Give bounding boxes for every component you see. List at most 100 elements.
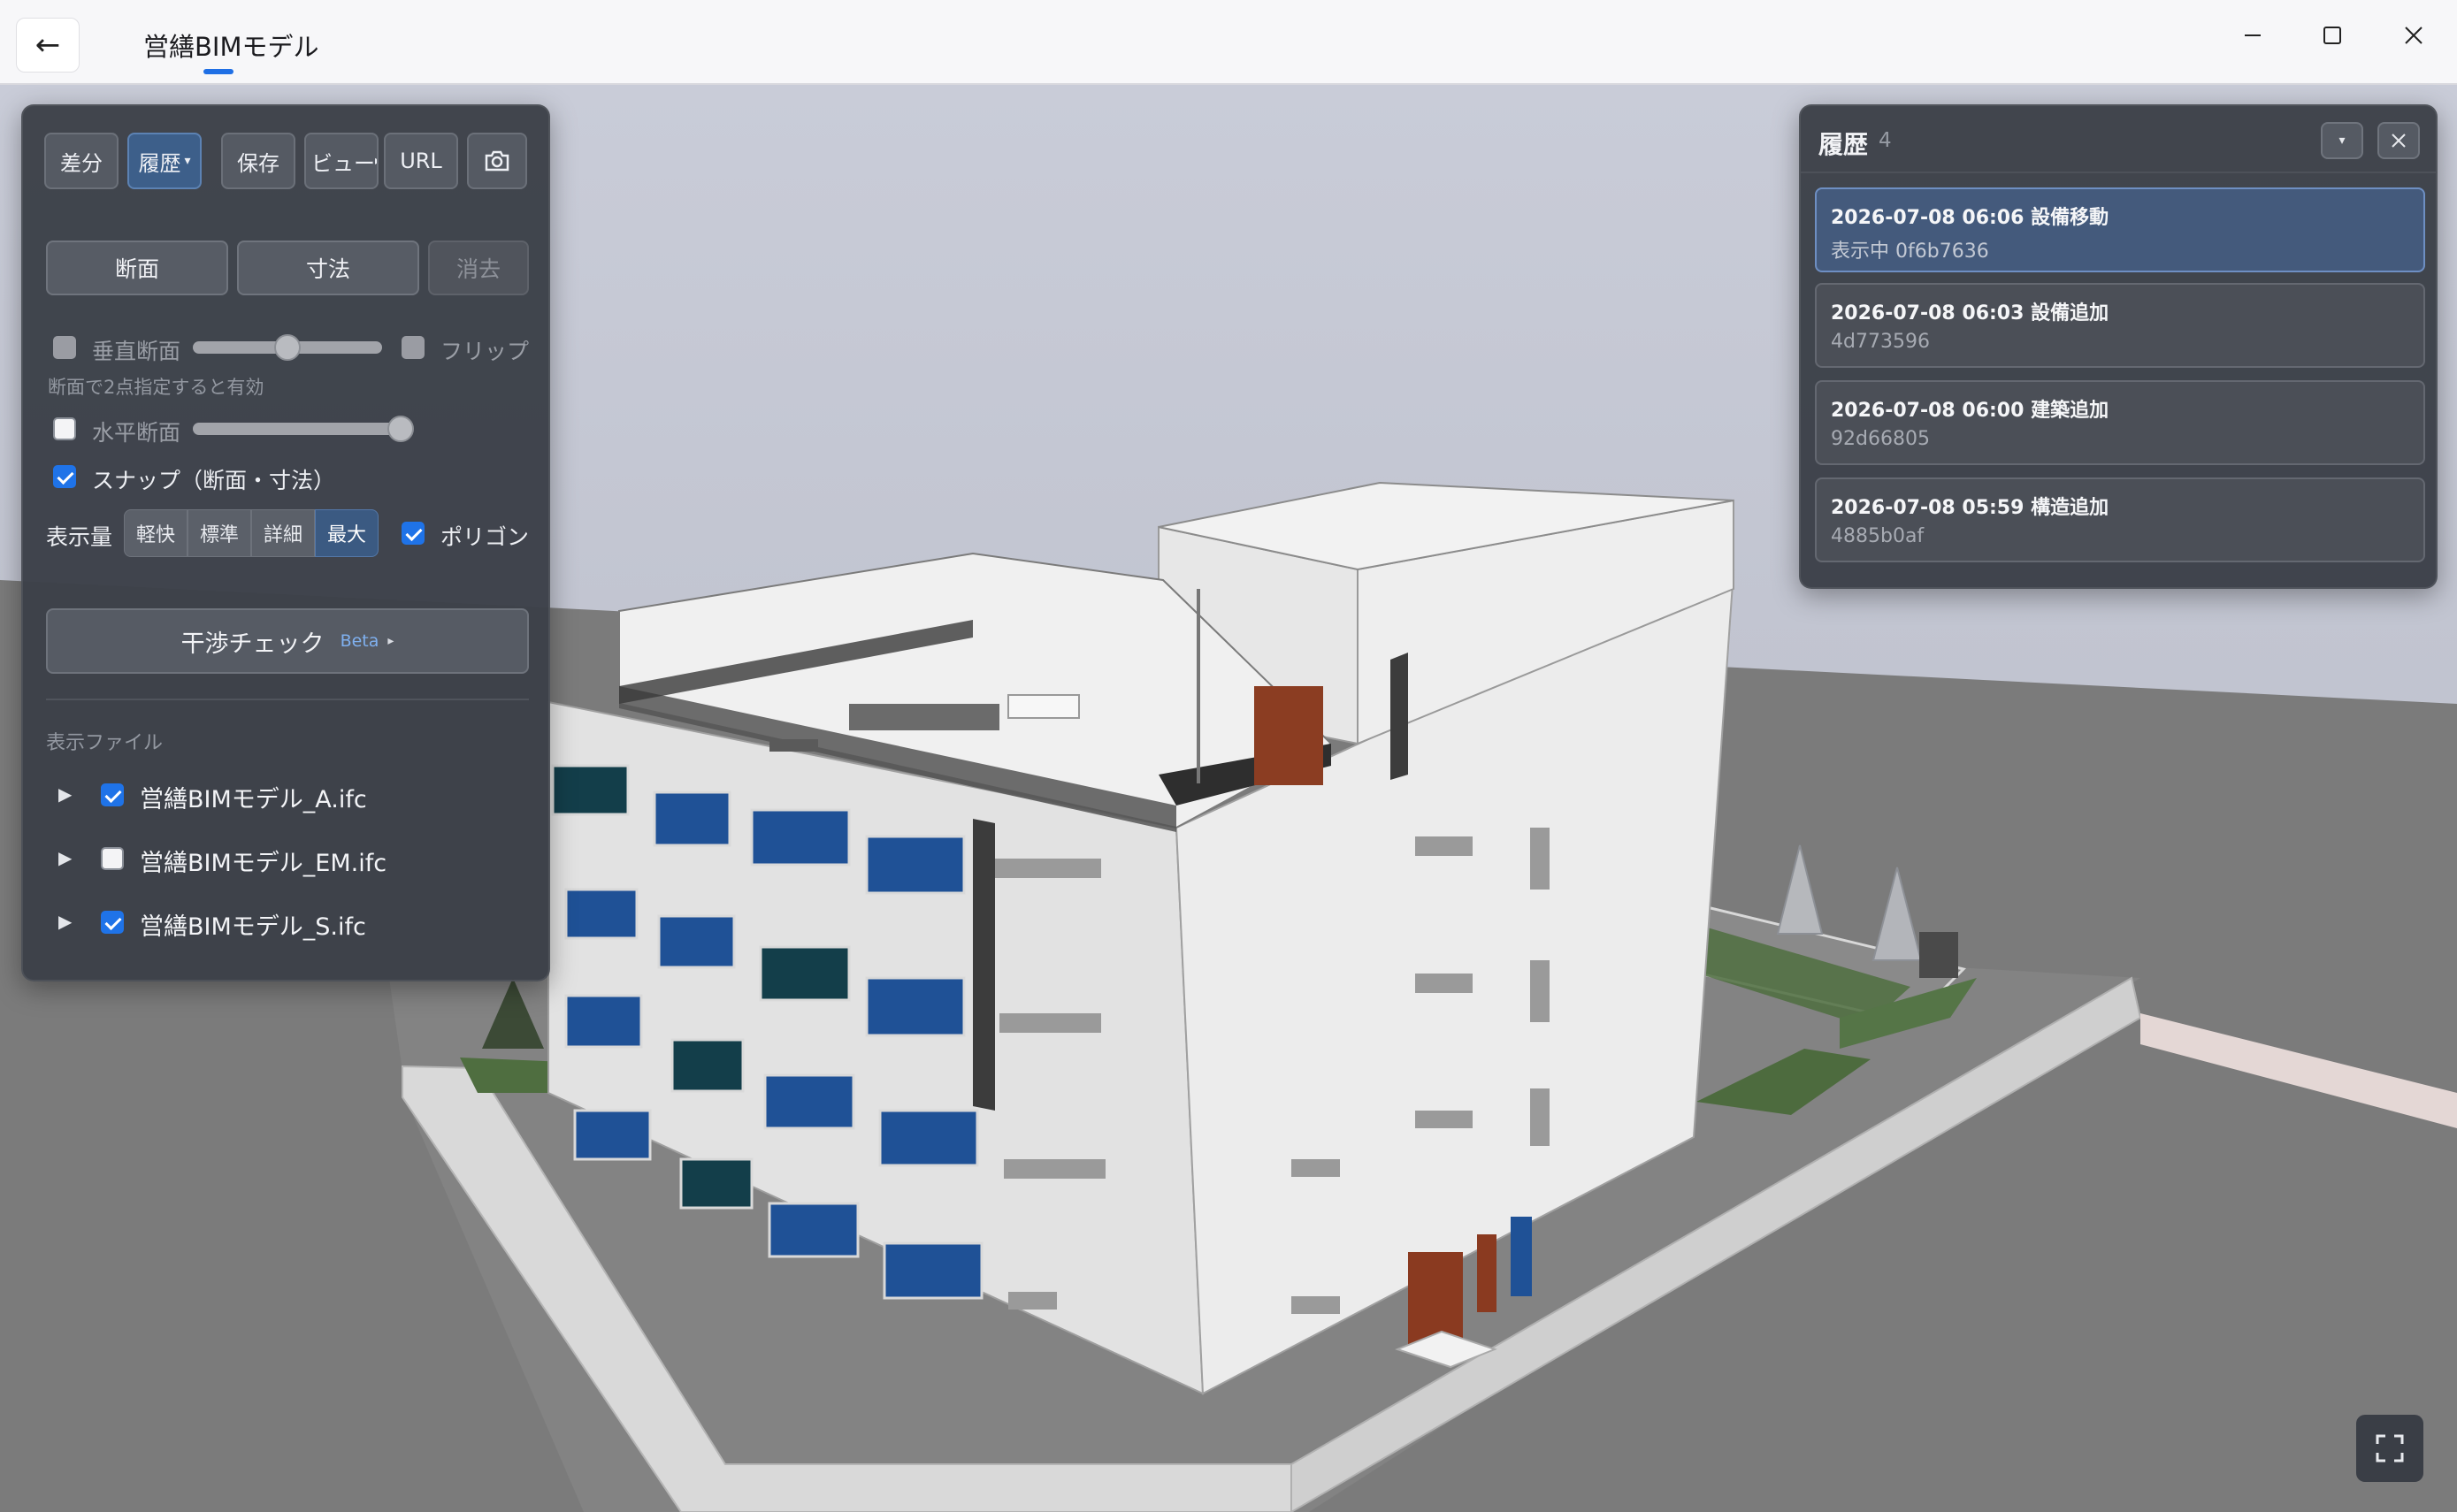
- history-item-sub: 表示中 0f6b7636: [1831, 241, 1989, 263]
- url-button[interactable]: URL: [384, 133, 458, 189]
- history-item-title: 2026-07-08 05:59 構造追加: [1831, 497, 2109, 519]
- bim-viewer-window: ← 営繕BIMモデル 差分 履歴 ▾ 保存 ビュー URL 断面 寸法 消去 垂…: [0, 0, 2457, 1512]
- horizontal-section-slider[interactable]: [193, 423, 410, 435]
- screenshot-button[interactable]: [467, 133, 527, 189]
- close-icon: [2405, 27, 2423, 44]
- history-item[interactable]: 2026-07-08 06:03 設備追加 4d773596: [1815, 283, 2425, 368]
- diff-button-label: 差分: [60, 150, 103, 176]
- vertical-section-label: 垂直断面: [92, 339, 181, 364]
- minimize-icon: [2245, 34, 2261, 36]
- roof-unit-3: [1007, 694, 1080, 719]
- history-item-sub: 4885b0af: [1831, 525, 1925, 547]
- history-item[interactable]: 2026-07-08 06:06 設備移動 表示中 0f6b7636: [1815, 187, 2425, 272]
- roof-unit-1: [769, 739, 818, 752]
- history-button[interactable]: 履歴 ▾: [127, 133, 202, 189]
- dimension-mode-button[interactable]: 寸法: [237, 241, 419, 295]
- display-level-detail-label: 詳細: [263, 524, 302, 546]
- display-level-detail[interactable]: 詳細: [251, 509, 315, 557]
- view-button[interactable]: ビュー ▸: [304, 133, 379, 189]
- chevron-right-icon: ▸: [387, 634, 394, 648]
- window-title: 営繕BIMモデル: [143, 32, 319, 62]
- chevron-right-icon: ▸: [375, 154, 377, 168]
- history-item[interactable]: 2026-07-08 05:59 構造追加 4885b0af: [1815, 477, 2425, 562]
- maximize-icon: [2323, 27, 2341, 44]
- close-window-button[interactable]: [2374, 9, 2453, 62]
- clash-check-label: 干渉チェック: [180, 630, 325, 658]
- camera-icon: [485, 150, 509, 172]
- minimize-button[interactable]: [2213, 9, 2292, 62]
- files-heading: 表示ファイル: [46, 732, 164, 754]
- chevron-down-icon: ▾: [184, 154, 191, 168]
- section-mode-label: 断面: [114, 256, 159, 282]
- history-divider: [1801, 172, 2436, 173]
- expand-arrow-icon[interactable]: ▶: [58, 911, 76, 932]
- section-hint: 断面で2点指定すると有効: [48, 377, 264, 398]
- back-button[interactable]: ←: [16, 18, 80, 73]
- section-mode-button[interactable]: 断面: [46, 241, 228, 295]
- horizontal-section-label: 水平断面: [92, 420, 181, 446]
- polygon-label: ポリゴン: [440, 524, 530, 550]
- history-item-title: 2026-07-08 06:00 建築追加: [1831, 400, 2109, 422]
- close-icon: [2392, 134, 2406, 148]
- snap-checkbox[interactable]: [53, 465, 76, 488]
- vertical-section-slider-thumb[interactable]: [274, 334, 301, 361]
- diff-button[interactable]: 差分: [44, 133, 119, 189]
- clash-check-button[interactable]: 干渉チェック Beta ▸: [46, 608, 529, 674]
- history-item-sub: 4d773596: [1831, 331, 1930, 353]
- save-button-label: 保存: [237, 150, 279, 176]
- title-bar: ← 営繕BIMモデル: [0, 0, 2457, 85]
- file-visibility-checkbox-em[interactable]: [101, 847, 124, 870]
- entrance-door-3: [1511, 1217, 1532, 1296]
- vertical-section-checkbox[interactable]: [53, 336, 76, 359]
- file-visibility-checkbox-a[interactable]: [101, 783, 124, 806]
- file-visibility-checkbox-s[interactable]: [101, 911, 124, 934]
- equipment-box: [1919, 932, 1958, 978]
- display-level-light[interactable]: 軽快: [124, 509, 188, 557]
- penthouse-door: [1254, 686, 1323, 785]
- back-arrow-icon: ←: [34, 27, 61, 63]
- history-item[interactable]: 2026-07-08 06:00 建築追加 92d66805: [1815, 380, 2425, 465]
- entrance-door-2: [1477, 1234, 1496, 1312]
- snap-label: スナップ（断面・寸法）: [92, 468, 336, 493]
- display-level-label: 表示量: [46, 524, 113, 550]
- file-name-a: 営繕BIMモデル_A.ifc: [140, 786, 367, 813]
- history-panel: 履歴 4 ▾ 2026-07-08 06:06 設備移動 表示中 0f6b763…: [1799, 104, 2438, 589]
- panel-divider: [46, 699, 529, 700]
- clear-button[interactable]: 消去: [428, 241, 529, 295]
- roof-unit-2: [849, 704, 999, 730]
- facade-column-band-right: [1390, 653, 1408, 780]
- file-name-s: 営繕BIMモデル_S.ifc: [140, 913, 366, 941]
- display-level-light-label: 軽快: [135, 524, 175, 546]
- history-button-label: 履歴: [138, 150, 181, 176]
- history-item-sub: 92d66805: [1831, 428, 1930, 450]
- beta-badge: Beta: [340, 631, 379, 651]
- horizontal-section-slider-thumb[interactable]: [387, 416, 414, 442]
- display-level-max[interactable]: 最大: [315, 509, 379, 557]
- view-button-label: ビュー: [311, 150, 375, 176]
- expand-arrow-icon[interactable]: ▶: [58, 847, 76, 868]
- display-level-max-label: 最大: [326, 524, 366, 546]
- polygon-checkbox[interactable]: [402, 522, 425, 545]
- fullscreen-button[interactable]: [2356, 1415, 2423, 1482]
- dimension-mode-label: 寸法: [305, 256, 350, 282]
- history-panel-title: 履歴: [1818, 130, 1869, 159]
- save-button[interactable]: 保存: [221, 133, 295, 189]
- expand-arrow-icon[interactable]: ▶: [58, 783, 76, 805]
- facade-column-band: [973, 819, 995, 1111]
- display-level-standard-label: 標準: [199, 524, 239, 546]
- horizontal-section-checkbox[interactable]: [53, 417, 76, 440]
- maximize-button[interactable]: [2292, 9, 2372, 62]
- chevron-down-icon: ▾: [2338, 134, 2346, 148]
- history-item-title: 2026-07-08 06:03 設備追加: [1831, 302, 2109, 325]
- title-tab-indicator: [203, 69, 233, 74]
- history-collapse-button[interactable]: ▾: [2321, 122, 2363, 159]
- flip-label: フリップ: [440, 339, 530, 364]
- display-level-standard[interactable]: 標準: [188, 509, 251, 557]
- url-button-label: URL: [400, 149, 442, 173]
- file-name-em: 営繕BIMモデル_EM.ifc: [140, 850, 387, 877]
- flip-checkbox[interactable]: [402, 336, 425, 359]
- history-item-title: 2026-07-08 06:06 設備移動: [1831, 207, 2109, 229]
- fullscreen-icon: [2376, 1434, 2404, 1462]
- history-close-button[interactable]: [2377, 122, 2420, 159]
- history-count-badge: 4: [1879, 129, 1892, 152]
